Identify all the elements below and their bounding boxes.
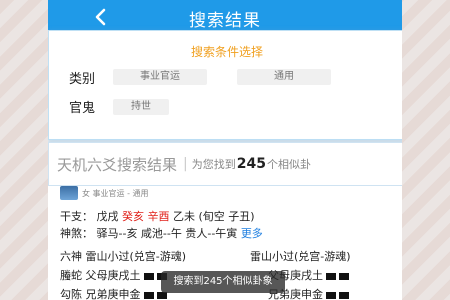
results-count: 245	[236, 156, 266, 172]
results-separator: |	[183, 156, 188, 172]
ganzhi-day: 乙未 (旬空 子丑)	[173, 210, 255, 223]
yao-bar	[143, 291, 154, 299]
category-chip-general[interactable]: 通用	[237, 69, 331, 85]
conditions-title: 搜索条件选择	[190, 45, 263, 59]
ganzhi-label: 干支：	[60, 210, 93, 223]
yao-bar	[326, 272, 336, 280]
item-meta: 女 事业官运 - 通用	[82, 189, 149, 198]
yao-bar	[143, 272, 154, 280]
results-summary: 天机六爻搜索结果 | 为您找到 245 个相似卦	[48, 142, 402, 186]
category-chip-career[interactable]: 事业官运	[113, 69, 207, 85]
avatar	[60, 186, 78, 200]
page-title: 搜索结果	[189, 10, 261, 31]
shensha-line: 神煞： 驿马--亥 咸池--午 贵人--午寅 更多	[60, 225, 263, 241]
gua-header-left: 六神 雷山小过(兑宫-游魂)	[60, 250, 187, 263]
back-icon[interactable]	[92, 8, 110, 26]
category-label: 类别	[69, 72, 96, 87]
shensha-text: 驿马--亥 咸池--午 贵人--午寅	[96, 227, 238, 240]
guangui-chip-chishi[interactable]: 持世	[113, 99, 169, 115]
gua-header-right: 雷山小过(兑宫-游魂)	[250, 250, 351, 263]
ganzhi-highlight: 癸亥 辛酉	[122, 210, 170, 223]
ganzhi-line: 干支： 戊戌 癸亥 辛酉 乙未 (旬空 子丑)	[60, 208, 255, 224]
app-screen: 搜索结果 搜索条件选择 类别 事业官运 通用 官鬼 持世 天机六爻搜索结果 | …	[48, 0, 402, 300]
ganzhi-year: 戊戌	[96, 210, 119, 223]
yao-bar	[326, 291, 336, 299]
toast-message: 搜索到245个相似卦象	[161, 271, 285, 293]
results-suffix: 个相似卦	[266, 158, 311, 171]
yao-line-1-left: 螣蛇 父母庚戌土	[60, 267, 167, 283]
yao-line-2-left: 勾陈 兄弟庚申金	[60, 286, 167, 300]
yao-line-2-left-text: 勾陈 兄弟庚申金	[60, 288, 141, 300]
guangui-label: 官鬼	[69, 101, 96, 116]
yao-bar	[339, 272, 349, 280]
yao-line-1-left-text: 螣蛇 父母庚戌土	[60, 269, 141, 282]
results-heading: 天机六爻搜索结果	[57, 155, 178, 174]
search-conditions-panel: 搜索条件选择 类别 事业官运 通用 官鬼 持世	[48, 30, 402, 140]
shensha-label: 神煞：	[60, 227, 93, 240]
more-link[interactable]: 更多	[241, 227, 263, 240]
yao-bar	[339, 291, 349, 299]
results-prefix: 为您找到	[191, 158, 236, 171]
